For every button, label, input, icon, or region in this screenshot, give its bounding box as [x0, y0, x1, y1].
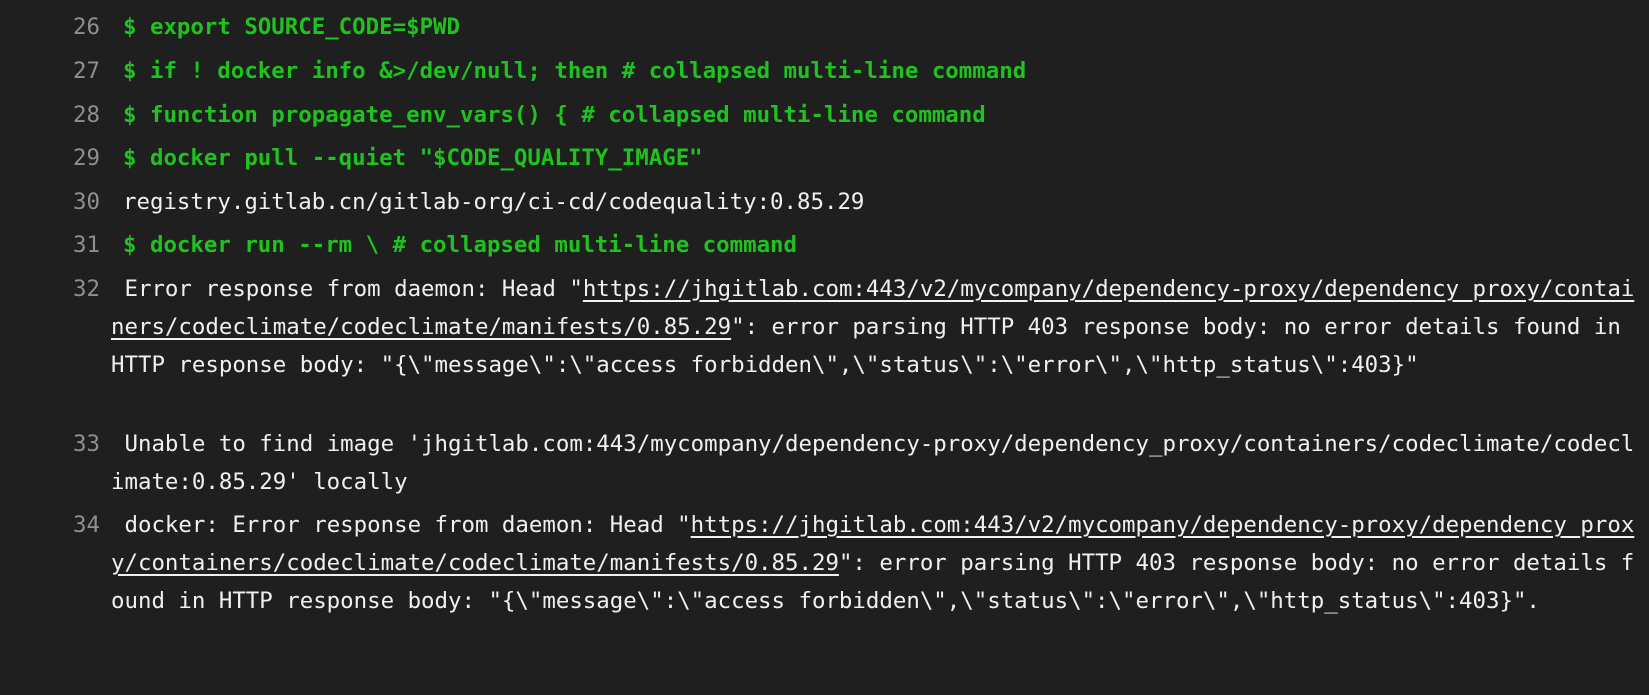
line-number[interactable]: 28	[52, 96, 100, 134]
log-error-text: docker: Error response from daemon: Head…	[111, 506, 1641, 620]
log-collapsed-command-text[interactable]: $ if ! docker info &>/dev/null; then # c…	[123, 52, 1649, 90]
log-text-prefix: docker: Error response from daemon: Head…	[124, 512, 691, 538]
line-number[interactable]: 27	[52, 52, 100, 90]
job-log: 26 $ export SOURCE_CODE=$PWD 27 $ if ! d…	[0, 0, 1649, 695]
log-command-text: $ export SOURCE_CODE=$PWD	[123, 14, 461, 40]
log-text-prefix: Error response from daemon: Head "	[124, 276, 583, 302]
line-number[interactable]: 34	[52, 506, 100, 544]
log-collapsed-command-text[interactable]: $ docker run --rm \ # collapsed multi-li…	[123, 226, 1649, 264]
log-output-text: registry.gitlab.cn/gitlab-org/ci-cd/code…	[123, 189, 865, 215]
line-number[interactable]: 31	[52, 226, 100, 264]
log-command-text: $ docker pull --quiet "$CODE_QUALITY_IMA…	[123, 145, 703, 171]
line-number[interactable]: 29	[52, 139, 100, 177]
line-number[interactable]: 30	[52, 183, 100, 221]
line-number[interactable]: 33	[52, 425, 100, 463]
log-output-message: Unable to find image 'jhgitlab.com:443/m…	[111, 431, 1635, 495]
log-collapsed-command-text[interactable]: $ function propagate_env_vars() { # coll…	[123, 96, 1649, 134]
line-number[interactable]: 32	[52, 270, 100, 308]
log-output-text: Unable to find image 'jhgitlab.com:443/m…	[111, 425, 1641, 501]
log-error-text: Error response from daemon: Head "https:…	[111, 270, 1641, 384]
line-number[interactable]: 26	[52, 8, 100, 46]
